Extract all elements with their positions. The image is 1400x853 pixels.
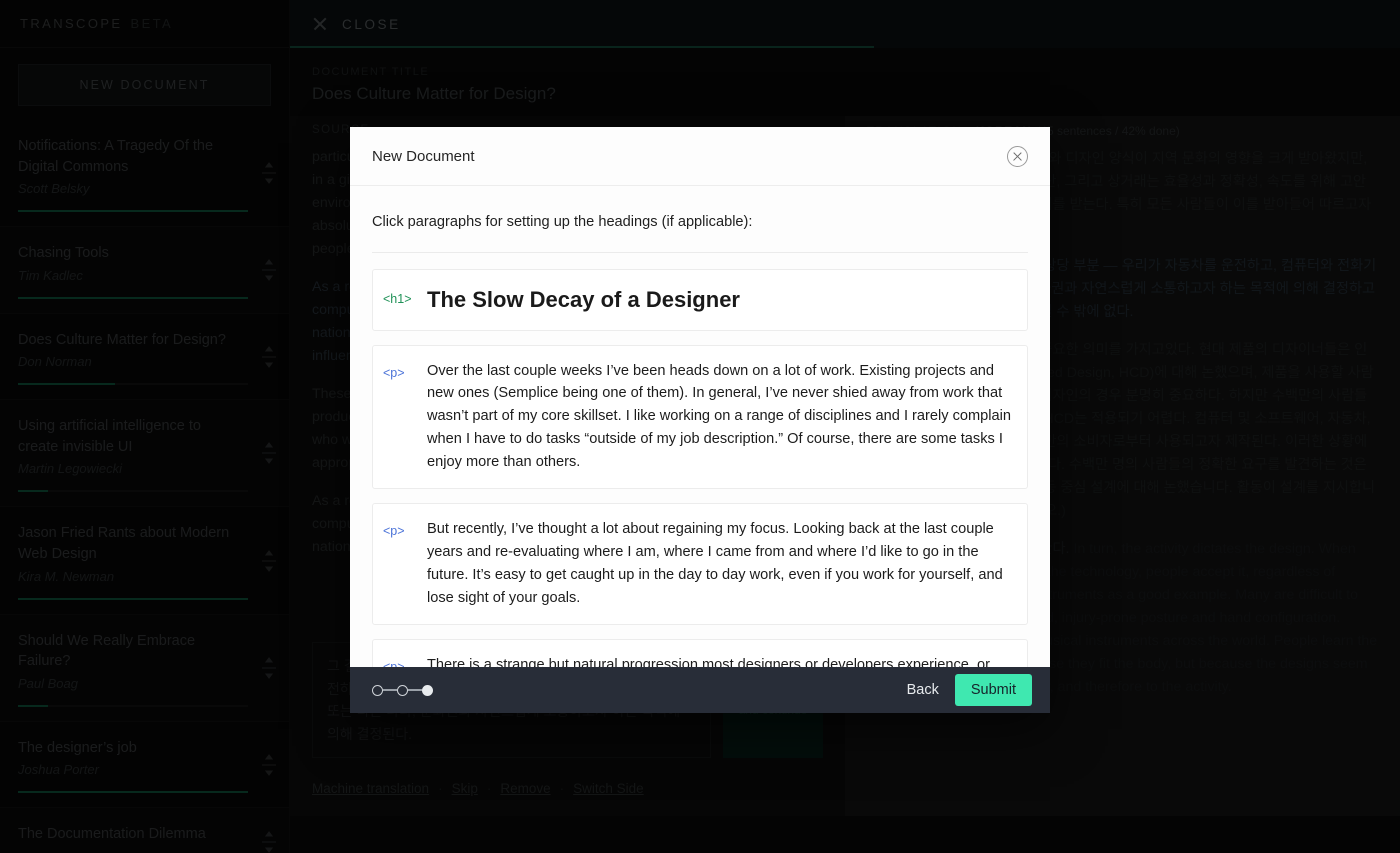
html-tag-label: <p> [383,659,405,667]
close-icon[interactable] [1007,145,1028,167]
stepper-connector [408,689,422,691]
paragraph-block[interactable]: <p> There is a strange but natural progre… [372,638,1028,667]
paragraph-block[interactable]: <p> But recently, I’ve thought a lot abou… [372,503,1028,625]
stepper-dot-3[interactable] [422,684,433,696]
stepper-dot-2[interactable] [397,684,408,696]
new-document-modal: New Document Click paragraphs for settin… [350,127,1050,713]
modal-body: Click paragraphs for setting up the head… [350,186,1050,667]
paragraph-block-list: <h1> The Slow Decay of a Designer <p> Over … [372,253,1028,667]
html-tag-label: <p> [383,524,405,539]
paragraph-block-text: Over the last couple weeks I’ve been hea… [427,362,1012,471]
back-button[interactable]: Back [907,682,939,698]
paragraph-block-text: But recently, I’ve thought a lot about r… [427,521,1003,606]
modal-footer: Back Submit [350,667,1050,713]
stepper-connector [383,689,397,691]
submit-button[interactable]: Submit [954,674,1032,706]
app-root: TRANSCOPE BETA NEW DOCUMENT Notification… [0,0,1400,853]
modal-header: New Document [350,127,1050,186]
paragraph-block[interactable]: <p> Over the last couple weeks I’ve been … [372,344,1028,490]
modal-hint-text: Click paragraphs for setting up the head… [372,186,1028,253]
modal-title: New Document [372,147,475,165]
wizard-stepper[interactable] [372,684,433,696]
html-tag-label: <p> [383,365,405,380]
paragraph-block-text: There is a strange but natural progressi… [427,656,990,667]
stepper-dot-1[interactable] [372,684,383,696]
html-tag-label: <h1> [383,292,412,306]
modal-footer-actions: Back Submit [907,674,1032,706]
paragraph-block-text: The Slow Decay of a Designer [427,287,740,312]
paragraph-block[interactable]: <h1> The Slow Decay of a Designer [372,269,1028,331]
